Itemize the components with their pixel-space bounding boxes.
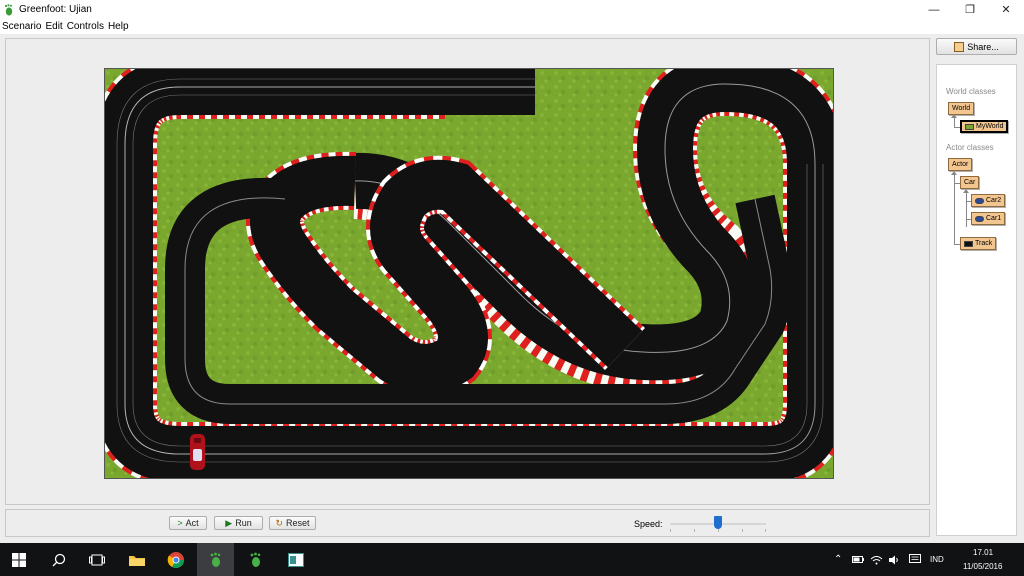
menu-bar: Scenario Edit Controls Help — [0, 19, 1024, 34]
file-explorer-icon[interactable] — [118, 543, 155, 576]
car-sprite[interactable] — [190, 434, 205, 470]
window-title: Greenfoot: Ujian — [19, 4, 92, 15]
notification-icon[interactable] — [906, 543, 924, 576]
share-icon — [954, 41, 965, 52]
myworld-thumbnail-icon — [965, 123, 974, 130]
tree-connector — [954, 174, 955, 244]
language-indicator[interactable]: IND — [930, 555, 944, 564]
speed-label: Speed: — [634, 519, 663, 529]
slider-knob[interactable] — [714, 516, 722, 529]
slider-tick — [742, 529, 743, 532]
windows-taskbar: ⌃ IND 17.01 11/05/2016 — [0, 543, 1024, 576]
class-actor[interactable]: Actor — [948, 158, 973, 171]
reset-icon: ↻ — [275, 517, 284, 528]
world-canvas[interactable] — [104, 68, 834, 479]
class-car1[interactable]: Car1 — [971, 212, 1006, 225]
class-myworld[interactable]: MyWorld — [960, 120, 1009, 133]
act-icon: > — [177, 518, 183, 528]
act-button[interactable]: > Act — [169, 516, 207, 530]
battery-icon[interactable] — [850, 543, 866, 576]
wifi-icon[interactable] — [868, 543, 884, 576]
class-panel: World classes World MyWorld Actor classe… — [936, 64, 1017, 536]
inherit-arrow — [951, 114, 957, 118]
world-classes-label: World classes — [946, 87, 996, 96]
actor-classes-label: Actor classes — [946, 143, 994, 152]
slider-tick — [694, 529, 695, 532]
slider-tick — [718, 529, 719, 532]
menu-help[interactable]: Help — [108, 21, 129, 32]
race-track-map — [105, 69, 833, 478]
restore-button[interactable]: ❐ — [952, 0, 988, 19]
share-label: Share... — [967, 41, 999, 52]
slider-tick — [765, 529, 766, 532]
control-bar: > Act ▶ Run ↻ Reset Speed: — [5, 509, 930, 537]
menu-edit[interactable]: Edit — [45, 21, 62, 32]
greenfoot-icon[interactable] — [237, 543, 274, 576]
app-icon[interactable] — [277, 543, 314, 576]
minimize-button[interactable]: — — [916, 0, 952, 19]
car2-thumbnail-icon — [975, 197, 984, 204]
search-icon[interactable] — [40, 543, 77, 576]
chrome-icon[interactable] — [157, 543, 194, 576]
greenfoot-icon[interactable] — [197, 543, 234, 576]
close-button[interactable]: ✕ — [988, 0, 1024, 19]
car1-thumbnail-icon — [975, 215, 984, 222]
play-icon: ▶ — [225, 517, 233, 528]
reset-button[interactable]: ↻ Reset — [269, 516, 316, 530]
menu-scenario[interactable]: Scenario — [2, 21, 41, 32]
track-thumbnail-icon — [964, 240, 973, 247]
class-browser: Share... World classes World MyWorld Act… — [936, 38, 1018, 536]
class-car2[interactable]: Car2 — [971, 194, 1006, 207]
speed-slider[interactable] — [670, 516, 766, 532]
greenfoot-foot-icon — [4, 3, 13, 15]
task-view-icon[interactable] — [78, 543, 115, 576]
world-panel — [5, 38, 930, 505]
tree-connector — [966, 192, 967, 227]
run-button[interactable]: ▶ Run — [214, 516, 263, 530]
class-car[interactable]: Car — [960, 176, 980, 189]
share-button[interactable]: Share... — [936, 38, 1017, 55]
clock-date[interactable]: 11/05/2016 — [963, 562, 1002, 571]
title-bar: Greenfoot: Ujian — ❐ ✕ — [0, 0, 1024, 19]
windows-start-icon[interactable] — [0, 543, 37, 576]
menu-controls[interactable]: Controls — [67, 21, 104, 32]
tray-chevron-icon[interactable]: ⌃ — [834, 554, 842, 565]
slider-tick — [670, 529, 671, 532]
clock-time[interactable]: 17.01 — [973, 548, 993, 557]
class-track[interactable]: Track — [960, 237, 997, 250]
volume-icon[interactable] — [886, 543, 902, 576]
